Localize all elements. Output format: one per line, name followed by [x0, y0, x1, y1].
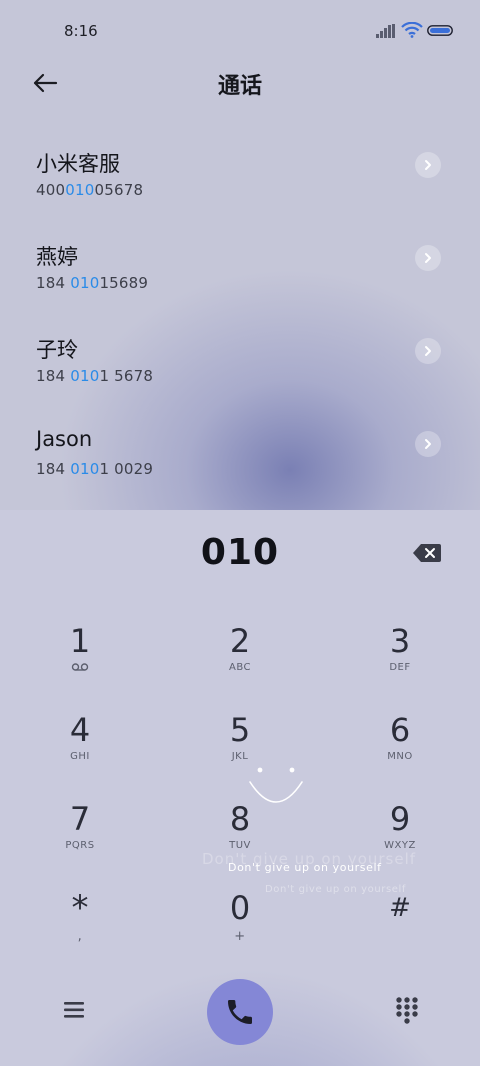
dial-key-3[interactable]: 3 DEF [340, 622, 460, 702]
contact-name: Jason [36, 427, 93, 451]
key-letters: MNO [387, 751, 413, 762]
key-digit: 5 [229, 711, 251, 749]
overlay-message-faint: Don't give up on yourself [265, 884, 407, 895]
chevron-right-icon [425, 253, 431, 263]
key-letters: GHI [70, 751, 90, 762]
smiley-icon [249, 767, 303, 803]
status-time: 8:16 [64, 22, 98, 40]
key-digit: * [71, 888, 89, 928]
key-digit: 6 [389, 711, 411, 749]
contact-detail-button[interactable] [415, 431, 441, 457]
contact-name: 小米客服 [36, 152, 120, 176]
dial-key-7[interactable]: 7 PQRS [20, 800, 140, 880]
contact-detail-button[interactable] [415, 152, 441, 178]
key-letters: , [77, 929, 83, 944]
dial-number-display: 010 [200, 532, 280, 573]
chevron-right-icon [425, 160, 431, 170]
contact-number: 184 0101 0029 [36, 460, 154, 478]
dial-key-star[interactable]: * , [20, 889, 140, 969]
contact-number: 184 01015689 [36, 274, 149, 292]
dial-key-6[interactable]: 6 MNO [340, 711, 460, 791]
key-digit: 4 [69, 711, 91, 749]
contact-detail-button[interactable] [415, 338, 441, 364]
battery-icon [427, 25, 453, 36]
key-letters: DEF [389, 662, 411, 673]
contact-row[interactable]: 燕婷 184 01015689 [0, 241, 480, 331]
call-button[interactable] [207, 979, 273, 1045]
key-digit: 9 [389, 800, 411, 838]
chevron-right-icon [425, 346, 431, 356]
overlay-message: Don't give up on yourself [228, 861, 382, 874]
number-match: 010 [65, 181, 95, 199]
contact-detail-button[interactable] [415, 245, 441, 271]
key-digit: 2 [229, 622, 251, 660]
number-match: 010 [70, 367, 100, 385]
key-letters: ABC [228, 662, 251, 673]
number-match: 010 [70, 460, 100, 478]
phone-icon [228, 1000, 252, 1024]
contact-number: 184 0101 5678 [36, 367, 154, 385]
voicemail-icon [71, 663, 89, 671]
key-digit: 3 [389, 622, 411, 660]
page-title: 通话 [217, 74, 262, 99]
backspace-icon[interactable] [412, 542, 442, 564]
contact-name: 燕婷 [36, 245, 78, 269]
contact-row[interactable]: 小米客服 40001005678 [0, 148, 480, 238]
dialpad-icon[interactable] [394, 996, 420, 1026]
dial-key-0[interactable]: 0 + [180, 889, 300, 969]
signal-icon [376, 24, 395, 38]
number-match: 010 [70, 274, 100, 292]
chevron-right-icon [425, 439, 431, 449]
dial-key-2[interactable]: 2 ABC [180, 622, 300, 702]
key-digit: 1 [69, 622, 91, 660]
dial-key-hash[interactable]: # [340, 889, 460, 969]
contact-number: 40001005678 [36, 181, 144, 199]
contact-name: 子玲 [36, 338, 78, 362]
menu-icon[interactable] [60, 996, 88, 1024]
key-letters [340, 929, 460, 943]
dial-key-1[interactable]: 1 [20, 622, 140, 702]
key-letters: PQRS [65, 840, 95, 851]
contact-row[interactable]: 子玲 184 0101 5678 [0, 334, 480, 424]
status-bar: 8:16 [0, 0, 480, 62]
key-digit: 7 [69, 800, 91, 838]
contact-row[interactable]: Jason 184 0101 0029 [0, 427, 480, 517]
key-letters: + [234, 929, 246, 944]
wifi-icon [401, 22, 423, 38]
dial-key-4[interactable]: 4 GHI [20, 711, 140, 791]
key-letters [20, 662, 140, 676]
